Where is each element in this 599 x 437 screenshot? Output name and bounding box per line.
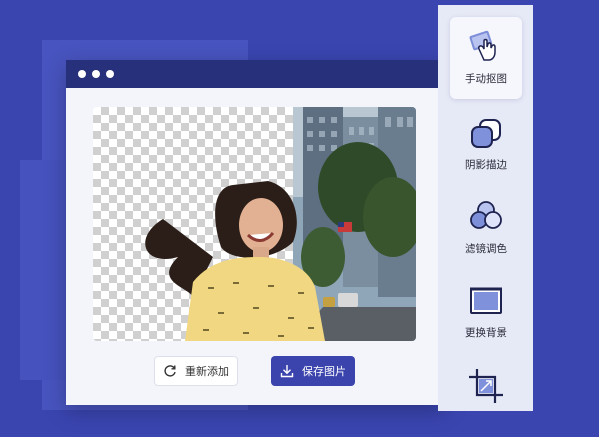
tool-filter-color[interactable]: 滤镜调色 <box>450 187 522 269</box>
refresh-icon <box>164 365 176 377</box>
window-titlebar <box>66 60 446 88</box>
tool-label: 滤镜调色 <box>465 243 507 255</box>
change-background-icon <box>470 287 502 314</box>
save-image-label: 保存图片 <box>302 365 346 378</box>
filter-color-icon <box>470 201 502 229</box>
tool-label: 阴影描边 <box>465 159 507 171</box>
window-dot[interactable] <box>78 70 86 78</box>
save-image-button[interactable]: 保存图片 <box>271 356 355 386</box>
tool-label: 更换背景 <box>465 327 507 339</box>
re-add-button[interactable]: 重新添加 <box>154 356 238 386</box>
tool-shadow-outline[interactable]: 阴影描边 <box>450 103 522 185</box>
shadow-outline-icon <box>471 119 501 148</box>
cutout-photo <box>145 107 416 341</box>
tool-change-background[interactable]: 更换背景 <box>450 271 522 353</box>
hand-cutout-icon <box>469 30 496 61</box>
editor-window: 重新添加 保存图片 <box>66 60 446 405</box>
crop-resize-icon <box>469 369 503 403</box>
re-add-label: 重新添加 <box>185 365 229 378</box>
window-dot[interactable] <box>92 70 100 78</box>
window-dot[interactable] <box>106 70 114 78</box>
tool-label: 手动抠图 <box>465 73 507 85</box>
image-canvas[interactable] <box>93 107 416 341</box>
download-icon <box>280 365 294 378</box>
tool-manual-cutout[interactable]: 手动抠图 <box>450 17 522 99</box>
tool-sidebar: 手动抠图 阴影描边 滤镜调色 更换背景 <box>438 5 533 411</box>
tool-crop-resize[interactable] <box>450 355 522 437</box>
